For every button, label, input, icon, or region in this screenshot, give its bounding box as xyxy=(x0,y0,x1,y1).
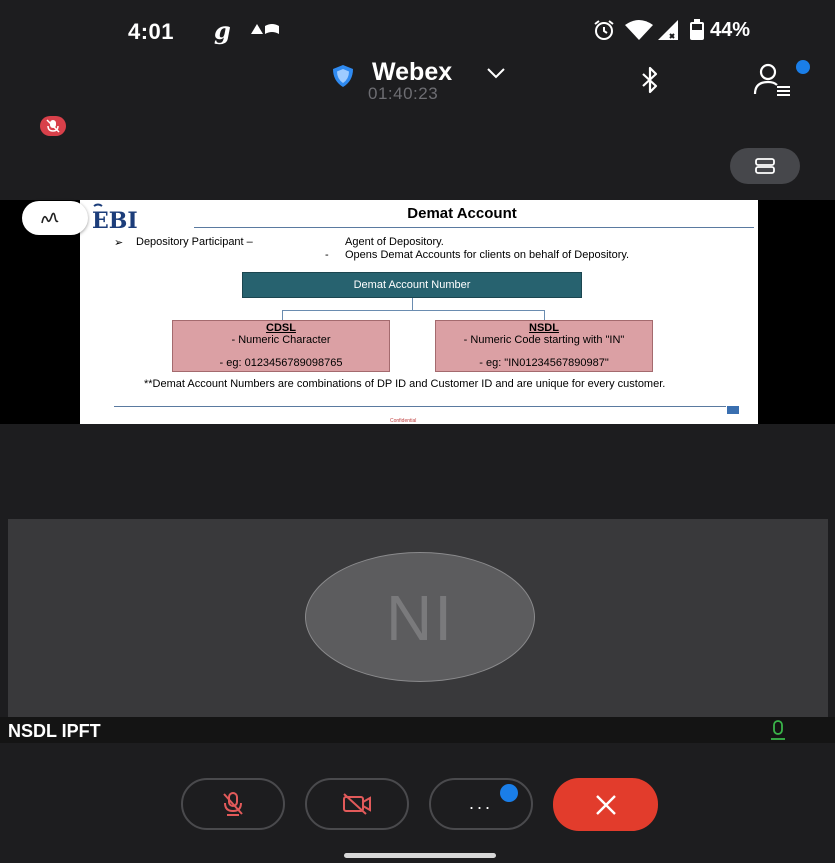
battery-icon xyxy=(690,19,704,40)
shared-slide: EBI Demat Account ➢ Depository Participa… xyxy=(80,200,758,424)
annotate-pen-icon xyxy=(41,212,59,224)
more-options-button[interactable]: ... xyxy=(429,778,533,830)
audio-active-mic-icon xyxy=(771,720,785,740)
layout-icon xyxy=(755,158,775,174)
avatar-initials: NI xyxy=(386,582,454,654)
connector-line xyxy=(544,310,545,320)
connector-line xyxy=(282,310,544,311)
slide-footer-divider xyxy=(114,406,726,407)
more-notification-dot xyxy=(500,784,518,802)
notification-icon xyxy=(251,24,279,34)
bluetooth-icon[interactable] xyxy=(637,66,663,94)
mic-off-icon xyxy=(223,792,243,816)
connector-line xyxy=(282,310,283,320)
end-call-icon xyxy=(595,794,616,815)
cdsl-example: - eg: 0123456789098765 xyxy=(219,357,343,369)
cdsl-name: CDSL xyxy=(266,322,296,334)
nsdl-name: NSDL xyxy=(529,322,559,334)
start-video-button[interactable] xyxy=(305,778,409,830)
chevron-down-icon[interactable] xyxy=(486,66,506,80)
bullet-marker: ➢ xyxy=(114,237,124,249)
dp-definition-dash: - xyxy=(325,249,329,261)
avatar: NI xyxy=(305,552,535,682)
dp-definition-1: Agent of Depository. xyxy=(345,236,444,248)
battery-percent: 44% xyxy=(710,18,751,41)
mic-muted-icon xyxy=(46,119,60,133)
signal-icon xyxy=(658,20,678,40)
nsdl-box: NSDL - Numeric Code starting with "IN" -… xyxy=(435,320,653,372)
slide-footnote: **Demat Account Numbers are combinations… xyxy=(144,378,666,390)
status-time: 4:01 xyxy=(128,19,175,44)
dp-definition-2: Opens Demat Accounts for clients on beha… xyxy=(345,249,630,261)
connector-line xyxy=(412,298,413,310)
meeting-timer: 01:40:23 xyxy=(368,84,439,103)
meeting-title[interactable]: Webex xyxy=(372,58,452,87)
g-indicator: g xyxy=(214,16,231,45)
wifi-icon xyxy=(625,20,653,40)
participant-name: NSDL IPFT xyxy=(8,721,101,741)
annotate-button[interactable] xyxy=(22,201,88,235)
stage-gap xyxy=(0,424,835,519)
unmute-button[interactable] xyxy=(181,778,285,830)
participants-icon[interactable] xyxy=(752,62,792,96)
end-call-button[interactable] xyxy=(553,778,658,831)
mic-muted-badge xyxy=(40,116,66,136)
nsdl-example: - eg: "IN01234567890987" xyxy=(479,357,609,369)
shield-icon xyxy=(333,65,353,87)
slide-title-divider xyxy=(194,227,754,228)
call-controls-bar xyxy=(0,743,835,848)
dp-term: Depository Participant – xyxy=(136,236,253,248)
video-off-icon xyxy=(343,793,371,815)
cdsl-description: - Numeric Character xyxy=(231,334,331,346)
home-indicator[interactable] xyxy=(344,853,496,858)
cdsl-box: CDSL - Numeric Character - eg: 012345678… xyxy=(172,320,390,372)
participants-notification-dot xyxy=(796,60,810,74)
alarm-icon xyxy=(594,20,614,40)
nsdl-description: - Numeric Code starting with "IN" xyxy=(463,334,625,346)
participant-name-bar xyxy=(0,717,835,743)
slide-title: Demat Account xyxy=(407,205,517,222)
status-bar: 4:01 g 44% xyxy=(0,0,835,58)
webex-meeting-screen: 4:01 g 44% Webex 01:40:23 EBI Demat Acco… xyxy=(0,0,835,863)
layout-toggle-button[interactable] xyxy=(730,148,800,184)
slide-page-marker xyxy=(727,406,739,414)
demat-account-number-box: Demat Account Number xyxy=(242,272,582,298)
status-right-group: 44% xyxy=(592,16,750,44)
